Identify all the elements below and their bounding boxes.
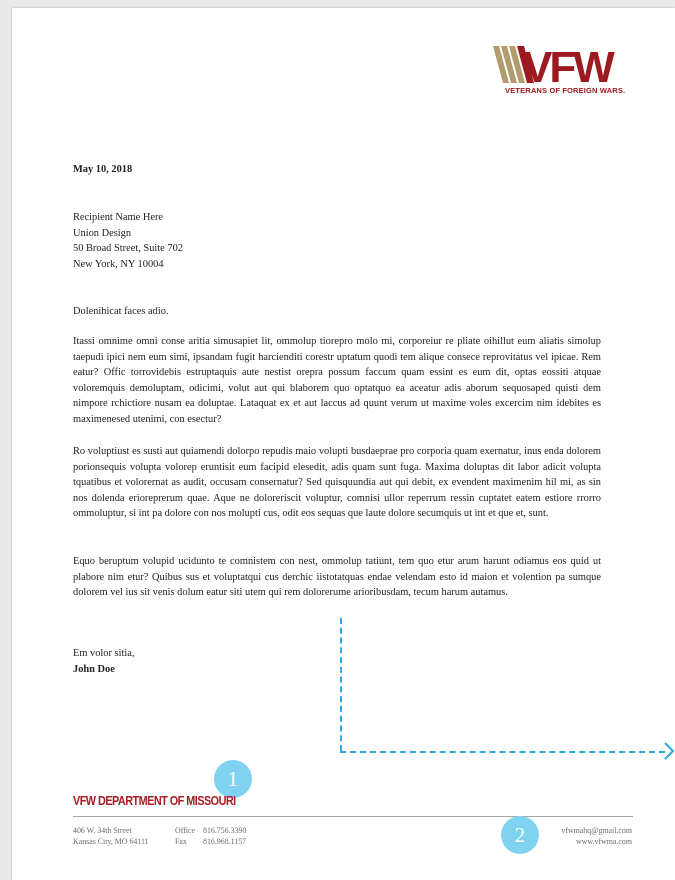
annotation-dashed-line-vertical	[340, 618, 342, 751]
footer-phone-numbers: 816.756.3390 816.968.1157	[203, 825, 246, 847]
recipient-address: Recipient Name Here Union Design 50 Broa…	[73, 210, 183, 272]
recipient-street: 50 Broad Street, Suite 702	[73, 243, 183, 254]
salutation: Dolenihicat faces adio.	[73, 306, 169, 317]
footer-website[interactable]: www.vfwma.com	[532, 836, 632, 847]
letterhead-page: VFW VETERANS OF FOREIGN WARS. May 10, 20…	[12, 8, 675, 880]
annotation-arrow-icon	[664, 742, 675, 760]
svg-text:VFW: VFW	[523, 46, 615, 86]
office-label: Office	[175, 826, 196, 835]
recipient-city: New York, NY 10004	[73, 258, 164, 270]
vfw-logo-mark: VFW	[493, 46, 618, 86]
footer-street: 406 W. 34th Street	[73, 826, 132, 835]
letter-date: May 10, 2018	[73, 164, 133, 175]
callout-marker-2: 2	[501, 816, 539, 854]
footer-contact: vfwmahq@gmail.com www.vfwma.com	[532, 825, 632, 847]
recipient-name: Recipient Name Here	[73, 212, 164, 223]
footer-divider	[73, 816, 633, 817]
body-paragraph: Ro voluptiust es susti aut quiamendi dol…	[73, 446, 601, 519]
body-paragraph: Equo beruptum volupid uciduntο te comnis…	[73, 556, 601, 598]
footer-city: Kansas City, MO 64111	[73, 837, 149, 846]
fax-label: Fax	[175, 837, 187, 846]
vfw-logo: VFW VETERANS OF FOREIGN WARS.	[493, 46, 635, 106]
signer-name: John Doe	[73, 663, 115, 675]
callout-marker-1: 1	[214, 760, 252, 798]
fax-number: 816.968.1157	[203, 837, 247, 846]
footer-address: 406 W. 34th Street Kansas City, MO 64111	[73, 825, 149, 847]
recipient-company: Union Design	[73, 227, 132, 239]
footer-phone-labels: Office Fax	[175, 825, 195, 847]
body-paragraph: Itassi omnime omni conse aritia simusapi…	[73, 336, 601, 425]
footer-email[interactable]: vfwmahq@gmail.com	[532, 825, 632, 836]
closing-block: Em volor sitia, John Doe	[73, 646, 134, 677]
logo-tagline: VETERANS OF FOREIGN WARS.	[505, 86, 626, 95]
closing-line: Em volor sitia,	[73, 648, 135, 659]
department-name: VFW DEPARTMENT OF MISSOURI	[73, 794, 236, 808]
office-number: 816.756.3390	[203, 826, 247, 835]
annotation-dashed-line-horizontal	[340, 751, 665, 753]
